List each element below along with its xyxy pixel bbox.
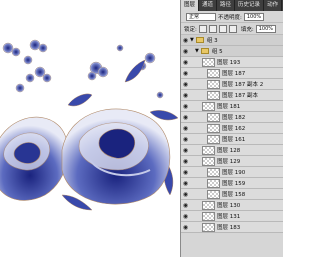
layer-thumbnail[interactable] (202, 101, 215, 111)
layer-thumbnail[interactable] (207, 123, 220, 133)
layer-thumbnail[interactable] (207, 134, 220, 144)
layer-thumbnail[interactable] (202, 211, 215, 221)
layer-name: 图层 129 (217, 159, 241, 165)
layers-panel: 图层 通道 路径 历史记录 动作 正常 不透明度: 100% 锁定: 填充: 1… (180, 0, 283, 257)
layer-row[interactable]: ◉ 图层 181 (181, 101, 283, 112)
layer-row[interactable]: ◉ 图层 193 (181, 57, 283, 68)
layer-name: 图层 187 副本 (222, 93, 258, 99)
opacity-input[interactable]: 100% (243, 12, 265, 21)
peony-center (61, 108, 171, 205)
visibility-eye-icon[interactable]: ◉ (181, 114, 190, 121)
layer-name: 图层 128 (217, 148, 241, 154)
expand-triangle-icon[interactable]: ▼ (195, 48, 199, 54)
panel-tabs: 图层 通道 路径 历史记录 动作 (181, 0, 283, 11)
layer-row[interactable]: ◉ 图层 183 (181, 222, 283, 233)
visibility-eye-icon[interactable]: ◉ (181, 37, 190, 44)
lock-transparency-icon[interactable] (198, 24, 207, 33)
visibility-eye-icon[interactable]: ◉ (181, 92, 190, 99)
layer-row[interactable]: ◉ 图层 187 (181, 68, 283, 79)
layer-thumbnail[interactable] (207, 90, 220, 100)
layer-list: ◉ ▼ 组 3 ◉ ▼ 组 5 ◉ 图层 193 ◉ 图层 187 ◉ 图层 187 副本 2 ◉ 图层 … (181, 35, 283, 233)
expand-triangle-icon[interactable]: ▼ (190, 37, 194, 43)
layer-name: 图层 162 (222, 126, 246, 132)
layer-row[interactable]: ◉ 图层 190 (181, 167, 283, 178)
visibility-eye-icon[interactable]: ◉ (181, 81, 190, 88)
tab-paths[interactable]: 路径 (217, 0, 236, 11)
blend-opacity-row: 正常 不透明度: 100% (181, 11, 283, 23)
tab-actions[interactable]: 动作 (264, 0, 283, 11)
layer-thumbnail[interactable] (207, 79, 220, 89)
visibility-eye-icon[interactable]: ◉ (181, 125, 190, 132)
layer-name: 图层 158 (222, 192, 246, 198)
visibility-eye-icon[interactable]: ◉ (181, 169, 190, 176)
layer-row[interactable]: ◉ 图层 159 (181, 178, 283, 189)
flower-artwork (0, 39, 179, 211)
blend-mode-select[interactable]: 正常 (186, 12, 216, 21)
tab-channels[interactable]: 通道 (199, 0, 218, 11)
visibility-eye-icon[interactable]: ◉ (181, 158, 190, 165)
layer-name: 组 3 (206, 38, 218, 44)
layer-name: 图层 131 (217, 214, 241, 220)
layer-row[interactable]: ◉ 图层 129 (181, 156, 283, 167)
layer-group-row[interactable]: ◉ ▼ 组 5 (181, 46, 283, 57)
visibility-eye-icon[interactable]: ◉ (181, 147, 190, 154)
layer-row[interactable]: ◉ 图层 162 (181, 123, 283, 134)
layer-row[interactable]: ◉ 图层 182 (181, 112, 283, 123)
visibility-eye-icon[interactable]: ◉ (181, 59, 190, 66)
layer-group-row[interactable]: ◉ ▼ 组 3 (181, 35, 283, 46)
tab-history[interactable]: 历史记录 (235, 0, 265, 11)
layer-name: 图层 183 (217, 225, 241, 231)
lock-position-icon[interactable] (218, 24, 227, 33)
folder-icon (195, 37, 204, 43)
layer-thumbnail[interactable] (207, 112, 220, 122)
fill-input[interactable]: 100% (255, 24, 277, 33)
peony-left (0, 116, 69, 201)
layer-thumbnail[interactable] (207, 189, 220, 199)
tab-layers[interactable]: 图层 (181, 0, 200, 11)
layer-row[interactable]: ◉ 图层 130 (181, 200, 283, 211)
layer-name: 图层 182 (222, 115, 246, 121)
layer-thumbnail[interactable] (207, 68, 220, 78)
layer-thumbnail[interactable] (207, 167, 220, 177)
document-canvas[interactable] (0, 0, 180, 257)
visibility-eye-icon[interactable]: ◉ (181, 70, 190, 77)
layer-row[interactable]: ◉ 图层 131 (181, 211, 283, 222)
layer-thumbnail[interactable] (202, 156, 215, 166)
layer-name: 图层 161 (222, 137, 246, 143)
layer-row[interactable]: ◉ 图层 158 (181, 189, 283, 200)
layer-thumbnail[interactable] (202, 200, 215, 210)
layer-thumbnail[interactable] (202, 57, 215, 67)
lock-pixels-icon[interactable] (208, 24, 217, 33)
layer-name: 图层 130 (217, 203, 241, 209)
layer-row[interactable]: ◉ 图层 161 (181, 134, 283, 145)
visibility-eye-icon[interactable]: ◉ (181, 191, 190, 198)
visibility-eye-icon[interactable]: ◉ (181, 224, 190, 231)
visibility-eye-icon[interactable]: ◉ (181, 180, 190, 187)
layer-thumbnail[interactable] (207, 178, 220, 188)
folder-icon (200, 48, 209, 54)
layer-thumbnail[interactable] (202, 145, 215, 155)
visibility-eye-icon[interactable]: ◉ (181, 136, 190, 143)
layer-thumbnail[interactable] (202, 222, 215, 232)
visibility-eye-icon[interactable]: ◉ (181, 48, 190, 55)
layer-row[interactable]: ◉ 图层 187 副本 2 (181, 79, 283, 90)
visibility-eye-icon[interactable]: ◉ (181, 202, 190, 209)
visibility-eye-icon[interactable]: ◉ (181, 213, 190, 220)
layer-name: 图层 187 (222, 71, 246, 77)
opacity-label: 不透明度: (218, 14, 242, 21)
layer-name: 图层 187 副本 2 (222, 82, 264, 88)
layer-name: 图层 181 (217, 104, 241, 110)
lock-all-icon[interactable] (228, 24, 237, 33)
lock-label: 锁定: (184, 26, 197, 33)
layer-name: 图层 190 (222, 170, 246, 176)
lock-fill-row: 锁定: 填充: 100% (181, 23, 283, 35)
layer-row[interactable]: ◉ 图层 187 副本 (181, 90, 283, 101)
fill-label: 填充: (240, 26, 254, 33)
layer-name: 图层 159 (222, 181, 246, 187)
visibility-eye-icon[interactable]: ◉ (181, 103, 190, 110)
layer-row[interactable]: ◉ 图层 128 (181, 145, 283, 156)
layer-name: 组 5 (211, 49, 223, 55)
layer-name: 图层 193 (217, 60, 241, 66)
